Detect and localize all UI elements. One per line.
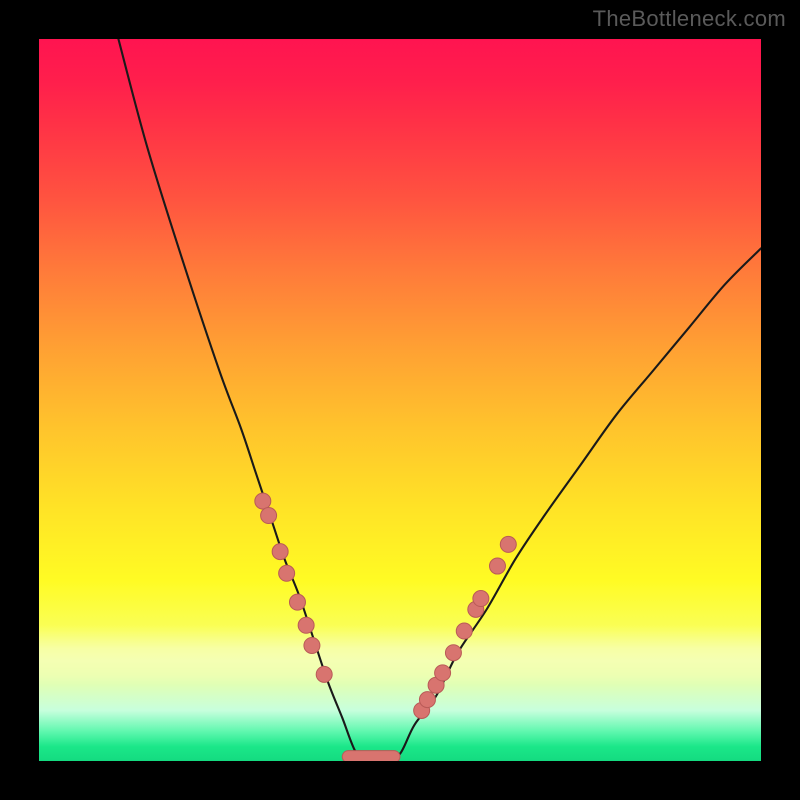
data-dot: [304, 637, 320, 653]
chart-frame: TheBottleneck.com: [0, 0, 800, 800]
data-dot: [298, 617, 314, 633]
plot-area: [39, 39, 761, 761]
data-dot: [289, 594, 305, 610]
data-dot: [456, 623, 472, 639]
data-dot: [316, 666, 332, 682]
data-dot: [500, 536, 516, 552]
data-dot: [272, 544, 288, 560]
data-dot: [473, 591, 489, 607]
data-dot: [255, 493, 271, 509]
data-dot: [435, 665, 451, 681]
dots-left-group: [255, 493, 332, 682]
dots-right-group: [414, 536, 517, 718]
curve-layer: [39, 39, 761, 761]
data-dot: [445, 645, 461, 661]
data-dot: [279, 565, 295, 581]
data-dot: [419, 692, 435, 708]
plateau-bar: [342, 751, 400, 761]
bottleneck-curve: [118, 39, 761, 761]
data-dot: [489, 558, 505, 574]
data-dot: [261, 508, 277, 524]
watermark-text: TheBottleneck.com: [593, 6, 786, 32]
